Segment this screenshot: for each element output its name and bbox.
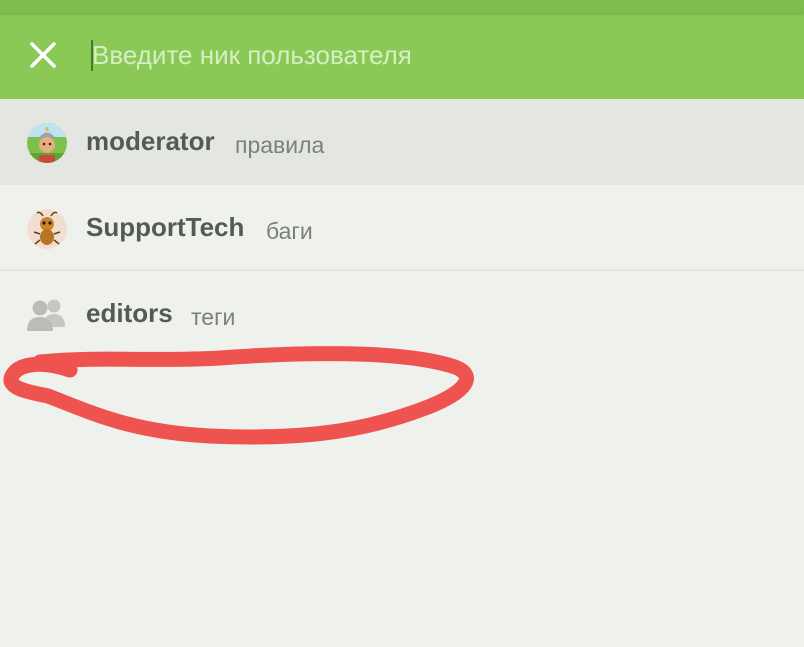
suggestion-editors[interactable]: editors теги	[0, 271, 804, 357]
group-icon	[26, 297, 68, 333]
search-header	[0, 0, 804, 99]
close-button[interactable]	[22, 34, 64, 76]
suggestion-supporttech[interactable]: SupportTech баги	[0, 185, 804, 271]
header-shade	[0, 0, 804, 13]
knight-avatar	[27, 123, 67, 163]
mention-picker: moderator правила Suppor	[0, 0, 804, 647]
suggestion-description: баги	[266, 218, 313, 244]
suggestion-name: moderator	[86, 126, 215, 156]
suggestion-list: moderator правила SupportTech баги edito…	[0, 99, 804, 357]
close-icon	[30, 42, 56, 68]
username-search-input[interactable]	[90, 34, 782, 76]
suggestion-description: правила	[235, 132, 325, 158]
suggestion-description: теги	[191, 304, 236, 330]
red-annotation-scribble	[3, 346, 474, 445]
ant-avatar	[27, 209, 67, 249]
suggestion-moderator[interactable]: moderator правила	[0, 99, 804, 185]
suggestion-name: editors	[86, 298, 173, 328]
text-caret	[91, 40, 93, 71]
suggestion-name: SupportTech	[86, 212, 245, 242]
